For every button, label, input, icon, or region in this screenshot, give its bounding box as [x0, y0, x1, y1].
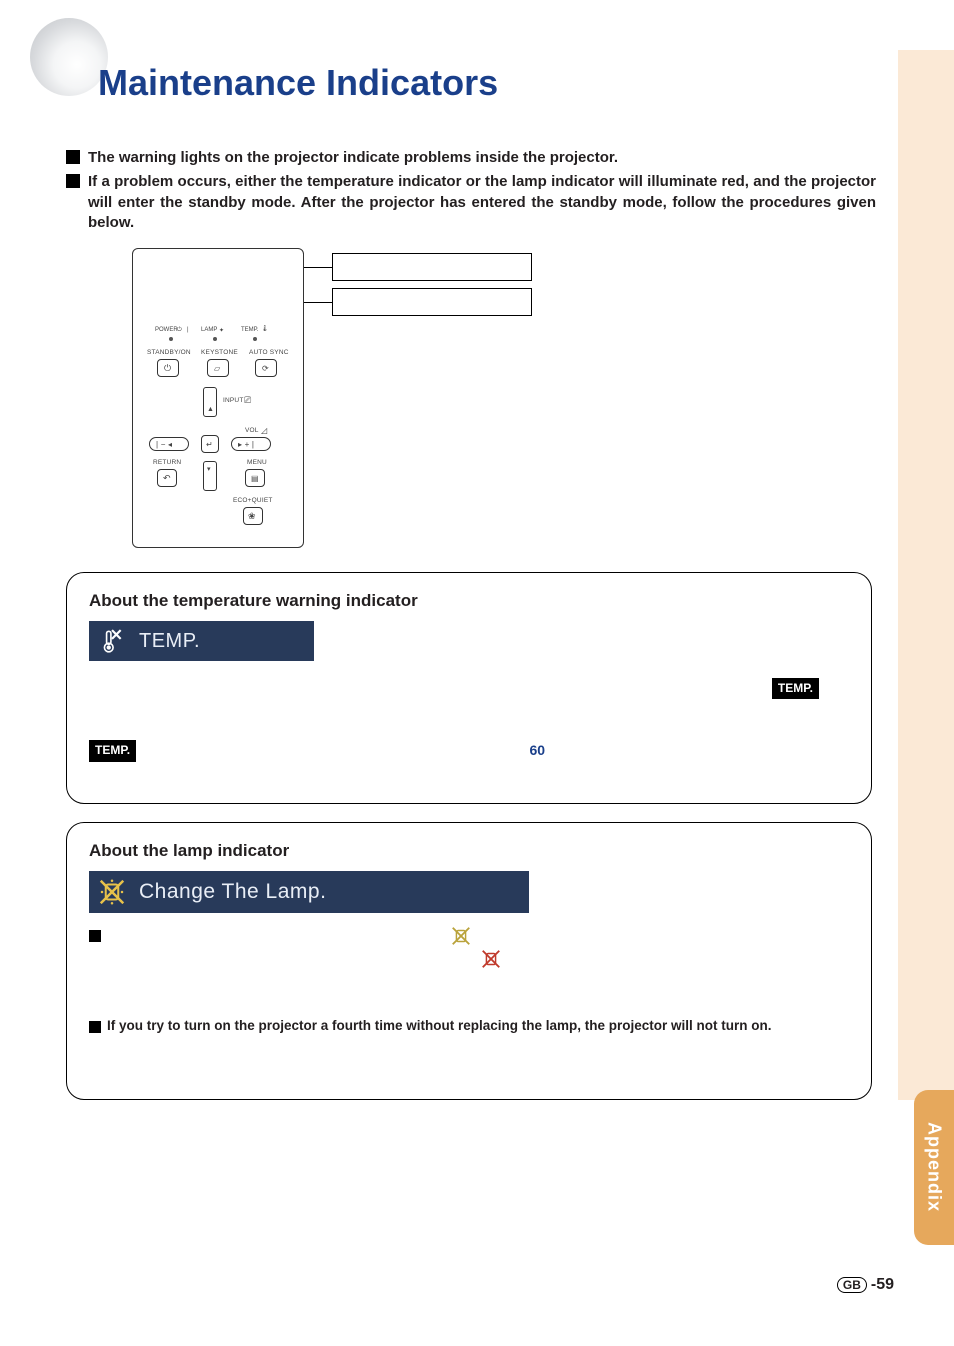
temp-glyph: 🌡: [261, 325, 269, 332]
menu-label: MENU: [247, 459, 267, 466]
return-label: RETURN: [153, 459, 181, 466]
lamp-glyph: ✦: [219, 327, 224, 334]
intro-text-1: The warning lights on the projector indi…: [88, 148, 618, 168]
power-glyph: ⏻: [177, 327, 182, 334]
keystone-button: ▱: [207, 359, 229, 377]
temp-indicator-label: TEMP.: [241, 327, 259, 333]
square-bullet-icon: [66, 150, 80, 164]
eco-label: ECO+QUIET: [233, 497, 273, 504]
lamp-icon-yellow: [450, 925, 472, 947]
callout-lamp-indicator: [332, 288, 532, 316]
appendix-color-strip: [898, 50, 954, 1100]
enter-button: ↵: [201, 435, 219, 453]
temp-osd-icon: [89, 621, 135, 661]
autosync-button: ⟳: [255, 359, 277, 377]
menu-button: ▤: [245, 469, 265, 487]
keystone-label: KEYSTONE: [201, 349, 238, 356]
lamp-cross-icon: [97, 877, 127, 907]
temp-body-paragraph: If the temperature inside the projector …: [89, 677, 849, 762]
square-bullet-icon: [66, 174, 80, 188]
page-ref-link: 60: [529, 742, 545, 758]
autosync-label: AUTO SYNC: [249, 349, 289, 356]
lamp-warning-line: If you try to turn on the projector a fo…: [89, 1018, 849, 1033]
thermometer-warning-icon: [99, 628, 125, 654]
temp-pill-2: TEMP.: [89, 740, 136, 761]
temp-box-title: About the temperature warning indicator: [89, 591, 849, 611]
temperature-warning-box: About the temperature warning indicator …: [66, 572, 872, 804]
page-footer: GB -59: [837, 1276, 894, 1294]
vol-plus-button: ▸ + |: [231, 437, 271, 451]
lamp-icon-red: [480, 948, 502, 970]
vol-minus-button: | − ◂: [149, 437, 189, 451]
lamp-osd-text: Change The Lamp.: [135, 880, 529, 904]
appendix-side-tab: Appendix: [914, 1090, 954, 1245]
lamp-indicator-label: LAMP: [201, 327, 217, 333]
temp-osd-bar: TEMP.: [89, 621, 314, 661]
input-up-button: ▲: [203, 387, 217, 417]
power-indicator-dot: [169, 337, 173, 341]
temp-pill-1: TEMP.: [772, 678, 819, 699]
lamp-indicator-box: About the lamp indicator Change The Lamp…: [66, 822, 872, 1100]
input-label: INPUT: [223, 397, 244, 404]
vol-icon: ◿: [261, 426, 267, 435]
lamp-box-title: About the lamp indicator: [89, 841, 849, 861]
page-number: -59: [871, 1276, 894, 1294]
eco-button: ❀: [243, 507, 263, 525]
input-down-button: ▾: [203, 461, 217, 491]
vol-label: VOL: [245, 427, 259, 434]
lamp-body-paragraph: When the remaining lamp life becomes 5% …: [89, 925, 849, 990]
lamp-osd-bar: Change The Lamp.: [89, 871, 529, 913]
intro-bullet-1: The warning lights on the projector indi…: [66, 148, 876, 168]
decorative-sphere: [30, 18, 108, 96]
lamp-warning-text: If you try to turn on the projector a fo…: [107, 1018, 772, 1033]
callout-temp-indicator: [332, 253, 532, 281]
input-icon: ⎚: [244, 395, 251, 406]
temp-osd-text: TEMP.: [135, 630, 314, 653]
temp-indicator-dot: [253, 337, 257, 341]
square-bullet-icon: [89, 930, 101, 942]
projector-control-panel: POWER ⏻ | LAMP ✦ TEMP. 🌡 STANDBY/ON KEYS…: [132, 248, 304, 548]
appendix-label: Appendix: [924, 1122, 945, 1212]
document-page: Appendix Maintenance Indicators The warn…: [0, 0, 954, 1346]
lamp-indicator-dot: [213, 337, 217, 341]
page-title: Maintenance Indicators: [98, 62, 498, 104]
square-bullet-icon: [89, 1021, 101, 1033]
intro-text-2: If a problem occurs, either the temperat…: [88, 172, 876, 233]
intro-bullet-2: If a problem occurs, either the temperat…: [66, 172, 876, 233]
return-button: ↶: [157, 469, 177, 487]
lamp-osd-icon: [89, 871, 135, 913]
power-indicator-label: POWER: [155, 327, 178, 333]
page-title-wrap: Maintenance Indicators: [98, 62, 498, 104]
language-badge: GB: [837, 1277, 867, 1293]
standby-button: ⏻: [157, 359, 179, 377]
intro-paragraph: The warning lights on the projector indi…: [66, 148, 876, 237]
standby-label: STANDBY/ON: [147, 349, 191, 356]
